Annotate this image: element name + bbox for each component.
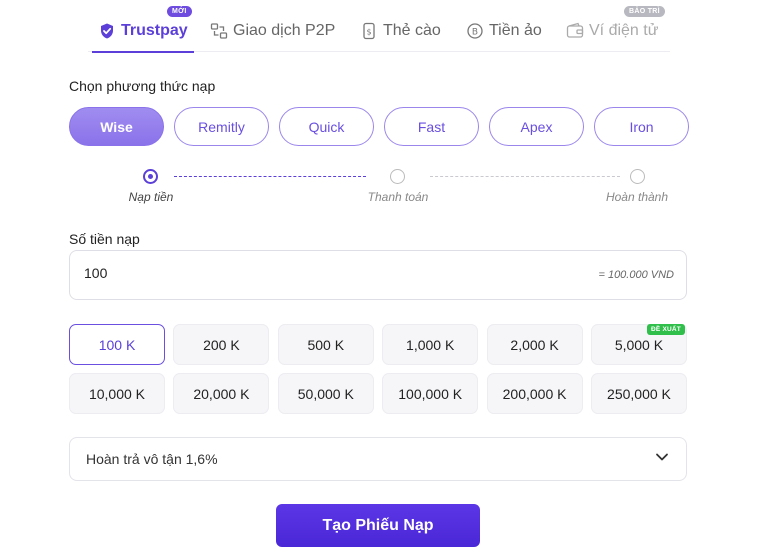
preset-20000k[interactable]: 20,000 K [173,373,270,414]
preset-10000k[interactable]: 10,000 K [69,373,165,414]
preset-200k[interactable]: 200 K [173,324,270,365]
preset-5000k[interactable]: 5,000 K ĐỀ XUẤT [590,324,687,365]
preset-label: 500 K [307,336,345,353]
tab-label: Ví điện tử [589,22,659,39]
preset-amounts: 100 K 200 K 500 K 1,000 K 2,000 K 5,000 … [69,324,687,414]
svg-text:B: B [472,28,478,38]
tab-p2p[interactable]: Giao dịch P2P [210,16,335,46]
preset-label: 200,000 K [502,385,567,402]
p2p-exchange-icon [210,22,228,40]
amount-label: Số tiền nạp [69,231,140,247]
refund-dropdown[interactable]: Hoàn trả vô tận 1,6% [69,437,687,481]
preset-label: 1,000 K [406,336,455,353]
chevron-down-icon [654,449,670,470]
step-2-label: Thanh toán [367,190,429,204]
preset-label: 2,000 K [510,336,559,353]
preset-label: 100,000 K [398,385,463,402]
create-deposit-button[interactable]: Tạo Phiếu Nạp [276,504,480,547]
new-badge: MỚI [167,6,192,17]
step-connector [174,176,366,177]
preset-label: 100 K [98,336,136,353]
preset-100000k[interactable]: 100,000 K [382,373,479,414]
preset-50000k[interactable]: 50,000 K [277,373,374,414]
method-iron-button[interactable]: Iron [594,107,689,146]
preset-label: 20,000 K [193,385,250,402]
step-2-indicator [390,169,405,184]
amount-input[interactable] [84,265,384,281]
tab-crypto[interactable]: B Tiền ảo [466,16,542,46]
step-1-indicator [143,169,158,184]
preset-label: 200 K [203,336,240,353]
tab-scratch-card[interactable]: $ Thẻ cào [360,16,441,46]
preset-100k[interactable]: 100 K [69,324,165,365]
amount-field: = 100.000 VND [69,250,687,300]
bitcoin-icon: B [466,22,484,40]
preset-1000k[interactable]: 1,000 K [382,324,479,365]
method-apex-button[interactable]: Apex [489,107,584,146]
tab-label: Thẻ cào [383,22,441,39]
preset-label: 250,000 K [607,385,671,402]
svg-text:$: $ [366,28,371,37]
method-wise-button[interactable]: Wise [69,107,164,146]
tab-label: Trustpay [121,22,188,39]
step-3-label: Hoàn thành [605,190,669,204]
refund-text: Hoàn trả vô tận 1,6% [86,451,218,467]
method-quick-button[interactable]: Quick [279,107,374,146]
method-list: Wise Remitly Quick Fast Apex Iron [69,107,689,146]
step-1-label: Nạp tiền [128,190,174,204]
tab-trustpay[interactable]: Trustpay [92,16,194,53]
maintenance-badge: BẢO TRÌ [624,6,665,17]
step-3-indicator [630,169,645,184]
preset-label: 10,000 K [88,385,146,402]
tab-label: Giao dịch P2P [233,22,336,39]
preset-label: 50,000 K [297,385,354,402]
amount-converted: = 100.000 VND [598,269,674,281]
scratch-card-icon: $ [360,22,378,40]
preset-200000k[interactable]: 200,000 K [486,373,583,414]
preset-2000k[interactable]: 2,000 K [486,324,583,365]
preset-250000k[interactable]: 250,000 K [590,373,687,414]
preset-500k[interactable]: 500 K [277,324,374,365]
method-remitly-button[interactable]: Remitly [174,107,269,146]
method-section-label: Chọn phương thức nạp [69,78,216,94]
recommended-badge: ĐỀ XUẤT [647,324,685,335]
wallet-icon [566,22,584,40]
shield-check-icon [98,22,116,40]
tab-label: Tiền ảo [489,22,542,39]
tab-e-wallet[interactable]: Ví điện tử [566,16,658,46]
method-fast-button[interactable]: Fast [384,107,479,146]
step-connector [430,176,620,177]
preset-label: 5,000 K [614,336,664,353]
